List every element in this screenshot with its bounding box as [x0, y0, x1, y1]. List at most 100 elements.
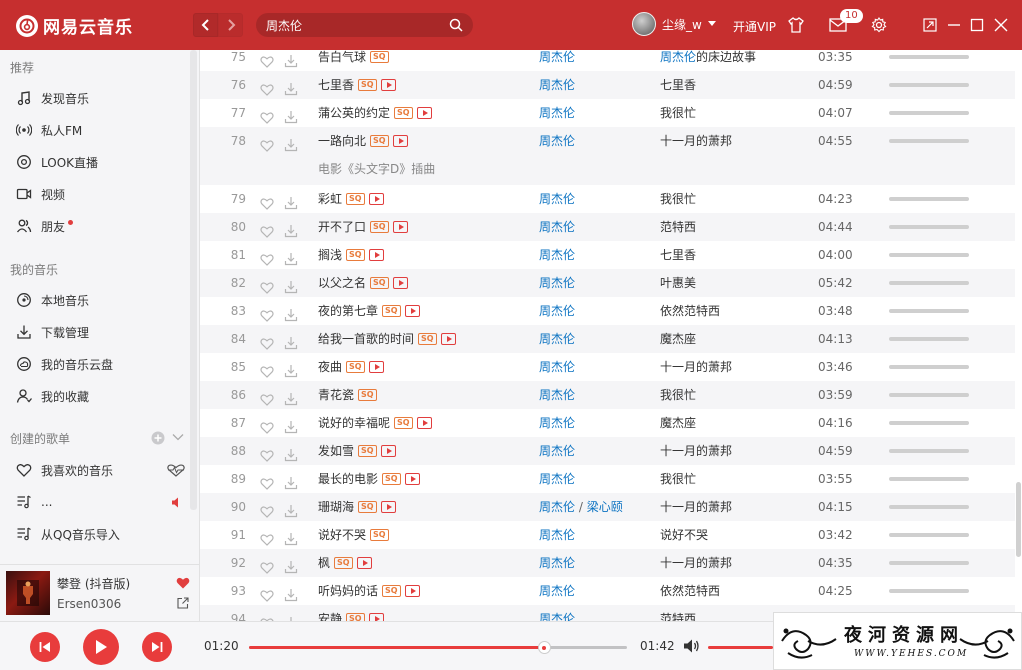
- artist-cell[interactable]: 周杰伦: [539, 127, 575, 155]
- download-icon[interactable]: [284, 224, 298, 238]
- download-icon[interactable]: [284, 448, 298, 462]
- sidebar-item-playlist[interactable]: ...: [16, 492, 52, 512]
- table-row[interactable]: 89 最长的电影 SQ 周杰伦 我很忙 03:55: [200, 465, 1015, 493]
- like-button[interactable]: [260, 612, 274, 621]
- like-heart-icon[interactable]: [260, 365, 274, 378]
- download-icon[interactable]: [284, 476, 298, 490]
- table-row[interactable]: 80 开不了口 SQ 周杰伦 范特西 04:44: [200, 213, 1015, 241]
- song-title-cell[interactable]: 说好不哭 SQ: [318, 521, 389, 549]
- song-title-cell[interactable]: 枫 SQ: [318, 549, 372, 577]
- artist-cell[interactable]: 周杰伦: [539, 409, 575, 437]
- artist-link[interactable]: 周杰伦: [539, 50, 575, 64]
- artist-cell[interactable]: 周杰伦: [539, 605, 575, 621]
- table-row[interactable]: 77 蒲公英的约定 SQ 周杰伦 我很忙 04:07: [200, 99, 1015, 127]
- artist-cell[interactable]: 周杰伦: [539, 577, 575, 605]
- song-list-scrollbar[interactable]: [1016, 482, 1021, 557]
- song-title-cell[interactable]: 说好的幸福呢 SQ: [318, 409, 432, 437]
- song-title[interactable]: 一路向北: [318, 127, 366, 155]
- like-heart-icon[interactable]: [260, 225, 274, 238]
- mv-play-icon[interactable]: [404, 305, 420, 317]
- sidebar-item-liked-music[interactable]: 我喜欢的音乐: [16, 460, 113, 480]
- download-icon[interactable]: [284, 392, 298, 406]
- song-title[interactable]: 安静: [318, 605, 342, 621]
- song-title[interactable]: 给我一首歌的时间: [318, 325, 414, 353]
- artist-cell[interactable]: 周杰伦: [539, 325, 575, 353]
- table-row[interactable]: 84 给我一首歌的时间 SQ 周杰伦 魔杰座 04:13: [200, 325, 1015, 353]
- artist-link[interactable]: 周杰伦: [539, 360, 575, 374]
- album-link[interactable]: 范特西: [660, 605, 696, 621]
- table-row[interactable]: 90 珊瑚海 SQ 周杰伦 / 梁心颐 十一月的萧邦 04:15: [200, 493, 1015, 521]
- artist-link[interactable]: 周杰伦: [539, 248, 575, 262]
- now-playing-panel[interactable]: 攀登 (抖音版) Ersen0306: [0, 564, 200, 621]
- song-title[interactable]: 听妈妈的话: [318, 577, 378, 605]
- like-heart-icon[interactable]: [260, 505, 274, 518]
- mv-play-icon[interactable]: [380, 501, 396, 513]
- album-link[interactable]: 我很忙: [660, 99, 696, 127]
- album-link[interactable]: 十一月的萧邦: [660, 549, 732, 577]
- song-title[interactable]: 七里香: [318, 71, 354, 99]
- artist-link[interactable]: 周杰伦: [539, 276, 575, 290]
- vip-link[interactable]: 开通VIP: [733, 18, 776, 35]
- song-title-cell[interactable]: 彩虹 SQ: [318, 185, 384, 213]
- artist-link[interactable]: 周杰伦: [539, 192, 575, 206]
- table-row[interactable]: 88 发如雪 SQ 周杰伦 十一月的萧邦 04:59: [200, 437, 1015, 465]
- mv-play-icon[interactable]: [356, 557, 372, 569]
- next-button[interactable]: [142, 632, 172, 662]
- song-title-cell[interactable]: 给我一首歌的时间 SQ: [318, 325, 456, 353]
- song-title-cell[interactable]: 夜的第七章 SQ: [318, 297, 420, 325]
- mini-mode-button[interactable]: [920, 15, 940, 35]
- song-title[interactable]: 夜曲: [318, 353, 342, 381]
- forward-button[interactable]: [218, 13, 243, 37]
- mv-play-icon[interactable]: [404, 473, 420, 485]
- like-heart-icon[interactable]: [260, 561, 274, 574]
- minimize-button[interactable]: [944, 15, 964, 35]
- like-heart-icon[interactable]: [260, 533, 274, 546]
- artist-cell[interactable]: 周杰伦: [539, 241, 575, 269]
- back-button[interactable]: [193, 13, 218, 37]
- artist-cell[interactable]: 周杰伦: [539, 213, 575, 241]
- sidebar-item-import-qq[interactable]: 从QQ音乐导入: [16, 524, 120, 544]
- previous-button[interactable]: [30, 632, 60, 662]
- settings-button[interactable]: [869, 15, 889, 35]
- album-link[interactable]: 依然范特西: [660, 577, 720, 605]
- song-title[interactable]: 开不了口: [318, 213, 366, 241]
- artist-link[interactable]: 周杰伦: [539, 556, 575, 570]
- table-row[interactable]: 92 枫 SQ 周杰伦 十一月的萧邦 04:35: [200, 549, 1015, 577]
- download-icon[interactable]: [284, 280, 298, 294]
- song-title[interactable]: 搁浅: [318, 241, 342, 269]
- download-icon[interactable]: [284, 252, 298, 266]
- sidebar-item-fm[interactable]: 私人FM: [16, 120, 82, 140]
- table-row[interactable]: 83 夜的第七章 SQ 周杰伦 依然范特西 03:48: [200, 297, 1015, 325]
- artist-link[interactable]: 周杰伦: [539, 304, 575, 318]
- download-button[interactable]: [284, 612, 298, 621]
- download-icon[interactable]: [284, 336, 298, 350]
- skin-button[interactable]: [786, 15, 806, 35]
- song-title-cell[interactable]: 安静 SQ: [318, 605, 384, 621]
- user-menu[interactable]: 尘缘_w: [632, 12, 716, 36]
- artist-link[interactable]: 周杰伦: [539, 106, 575, 120]
- artist-cell[interactable]: 周杰伦: [539, 99, 575, 127]
- song-title-cell[interactable]: 一路向北 SQ: [318, 127, 408, 155]
- artist-link[interactable]: 周杰伦: [539, 444, 575, 458]
- album-link[interactable]: 十一月的萧邦: [660, 127, 732, 155]
- close-button[interactable]: [991, 15, 1011, 35]
- mv-play-icon[interactable]: [392, 221, 408, 233]
- chevron-down-icon[interactable]: [172, 433, 184, 442]
- song-title-cell[interactable]: 以父之名 SQ: [318, 269, 408, 297]
- mv-play-icon[interactable]: [368, 613, 384, 621]
- download-icon[interactable]: [284, 420, 298, 434]
- sidebar-item-collection[interactable]: 我的收藏: [16, 386, 89, 406]
- artist-cell[interactable]: 周杰伦: [539, 437, 575, 465]
- table-row[interactable]: 86 青花瓷 SQ 周杰伦 我很忙 03:59: [200, 381, 1015, 409]
- search-input[interactable]: [266, 18, 449, 32]
- mv-play-icon[interactable]: [440, 333, 456, 345]
- mv-play-icon[interactable]: [380, 445, 396, 457]
- album-cover[interactable]: [6, 571, 50, 615]
- song-title[interactable]: 珊瑚海: [318, 493, 354, 521]
- album-link[interactable]: 我很忙: [660, 381, 696, 409]
- download-icon[interactable]: [284, 560, 298, 574]
- album-link[interactable]: 周杰伦的床边故事: [660, 50, 756, 71]
- song-title[interactable]: 彩虹: [318, 185, 342, 213]
- song-title[interactable]: 说好不哭: [318, 521, 366, 549]
- volume-slider[interactable]: [708, 646, 773, 649]
